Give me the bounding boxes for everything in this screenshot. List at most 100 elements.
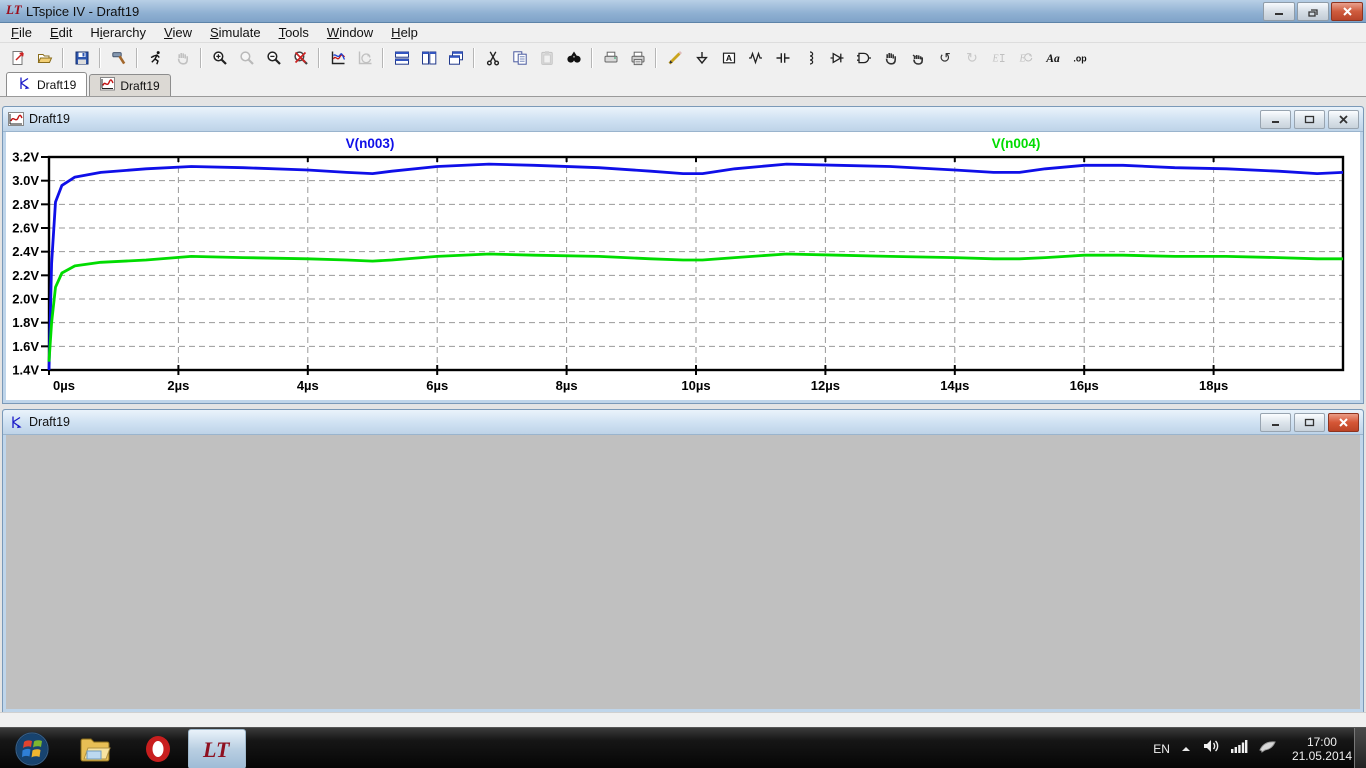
start-button[interactable] [6,729,58,768]
tab-bar: Draft19 Draft19 [0,71,1366,97]
waveform-window-titlebar[interactable]: Draft19 [3,107,1363,132]
plot-settings-icon[interactable] [324,45,351,71]
trace-label-V(n003)[interactable]: V(n003) [346,136,395,151]
schematic-minimize-button[interactable] [1260,413,1291,432]
menu-edit[interactable]: Edit [41,24,81,41]
component-icon[interactable] [850,45,877,71]
x-tick-label: 0µs [53,378,75,393]
show-desktop-button[interactable] [1354,728,1366,768]
menu-help[interactable]: Help [382,24,427,41]
cut-icon[interactable] [479,45,506,71]
x-tick-label: 10µs [681,378,710,393]
menu-file[interactable]: File [2,24,41,41]
halt-icon [169,45,196,71]
tray-utility-icon[interactable] [1258,739,1278,758]
explorer-button[interactable] [70,729,122,768]
zoom-in-icon[interactable] [206,45,233,71]
x-tick-label: 6µs [426,378,448,393]
toolbar: A ↺ ↻ E E Aa .op [0,42,1366,73]
undo-icon[interactable]: ↺ [931,45,958,71]
find-icon[interactable] [560,45,587,71]
svg-text:Aa: Aa [1045,53,1060,65]
copy-icon[interactable] [506,45,533,71]
menu-view[interactable]: View [155,24,201,41]
x-tick-label: 2µs [167,378,189,393]
save-icon[interactable] [68,45,95,71]
label-net-icon[interactable]: A [715,45,742,71]
opera-button[interactable] [132,729,184,768]
schematic-window-titlebar[interactable]: Draft19 [3,410,1363,435]
inductor-icon[interactable] [796,45,823,71]
ltspice-taskbar-button[interactable]: LT [188,729,246,768]
svg-text:E: E [1018,53,1025,64]
waveform-plot[interactable]: 3.2V3.0V2.8V2.6V2.4V2.2V2.0V1.8V1.6V1.4V… [6,132,1360,398]
y-tick-label: 2.2V [12,268,39,283]
new-schematic-icon[interactable] [4,45,31,71]
menu-simulate[interactable]: Simulate [201,24,270,41]
redo-icon: ↻ [958,45,985,71]
x-tick-label: 12µs [811,378,840,393]
capacitor-icon[interactable] [769,45,796,71]
trace-label-V(n004)[interactable]: V(n004) [992,136,1041,151]
waveform-minimize-button[interactable] [1260,110,1291,129]
tile-horizontal-icon[interactable] [388,45,415,71]
waveform-maximize-button[interactable] [1294,110,1325,129]
toolbar-separator [200,48,202,68]
move-icon[interactable] [877,45,904,71]
tile-vertical-icon[interactable] [415,45,442,71]
rotate-icon: E [1012,45,1039,71]
svg-text:LT: LT [6,2,22,16]
text-icon[interactable]: Aa [1039,45,1066,71]
print-icon[interactable] [624,45,651,71]
tray-expand-icon[interactable] [1180,740,1192,758]
schematic-maximize-button[interactable] [1294,413,1325,432]
print-preview-icon[interactable] [597,45,624,71]
tab-schematic-draft19[interactable]: Draft19 [6,72,87,96]
svg-text:E: E [991,53,998,64]
toolbar-separator [62,48,64,68]
restore-button[interactable] [1297,2,1329,21]
run-icon[interactable] [142,45,169,71]
drag-icon[interactable] [904,45,931,71]
x-tick-label: 4µs [297,378,319,393]
resistor-icon[interactable] [742,45,769,71]
network-icon[interactable] [1230,739,1248,758]
diode-icon[interactable] [823,45,850,71]
schematic-canvas[interactable] [6,435,1360,709]
menu-bar: FileEditHierarchyViewSimulateToolsWindow… [0,23,1366,42]
app-title: LTspice IV - Draft19 [26,4,139,19]
zoom-out-icon[interactable] [260,45,287,71]
volume-icon[interactable] [1202,738,1220,759]
toolbar-separator [591,48,593,68]
control-panel-icon[interactable] [105,45,132,71]
tab-label: Draft19 [37,78,76,92]
open-icon[interactable] [31,45,58,71]
menu-hierarchy[interactable]: Hierarchy [81,24,155,41]
toolbar-separator [655,48,657,68]
svg-text:A: A [725,52,731,62]
ground-icon[interactable] [688,45,715,71]
close-button[interactable] [1331,2,1363,21]
schematic-tab-icon [17,76,32,93]
waveform-plot-pane[interactable]: 3.2V3.0V2.8V2.6V2.4V2.2V2.0V1.8V1.6V1.4V… [6,132,1360,400]
toolbar-separator [136,48,138,68]
svg-text:↺: ↺ [939,50,951,66]
waveform-tab-icon [100,77,115,94]
waveform-close-button[interactable] [1328,110,1359,129]
wire-icon[interactable] [661,45,688,71]
schematic-close-button[interactable] [1328,413,1359,432]
clock[interactable]: 17:00 21.05.2014 [1292,735,1352,763]
tab-label: Draft19 [120,79,159,93]
waveform-window: Draft19 3.2V3.0V2.8V2.6V2.4V2.2V2.0V1.8V… [2,106,1364,404]
language-indicator[interactable]: EN [1153,742,1170,756]
cascade-icon[interactable] [442,45,469,71]
zoom-full-icon[interactable] [287,45,314,71]
tab-waveform-draft19[interactable]: Draft19 [89,74,170,96]
minimize-button[interactable] [1263,2,1295,21]
app-titlebar[interactable]: LT LTspice IV - Draft19 [0,0,1366,23]
spice-directive-icon[interactable]: .op [1066,45,1093,71]
clock-time: 17:00 [1292,735,1352,749]
schematic-drawing[interactable] [6,435,1360,707]
menu-tools[interactable]: Tools [270,24,318,41]
menu-window[interactable]: Window [318,24,382,41]
